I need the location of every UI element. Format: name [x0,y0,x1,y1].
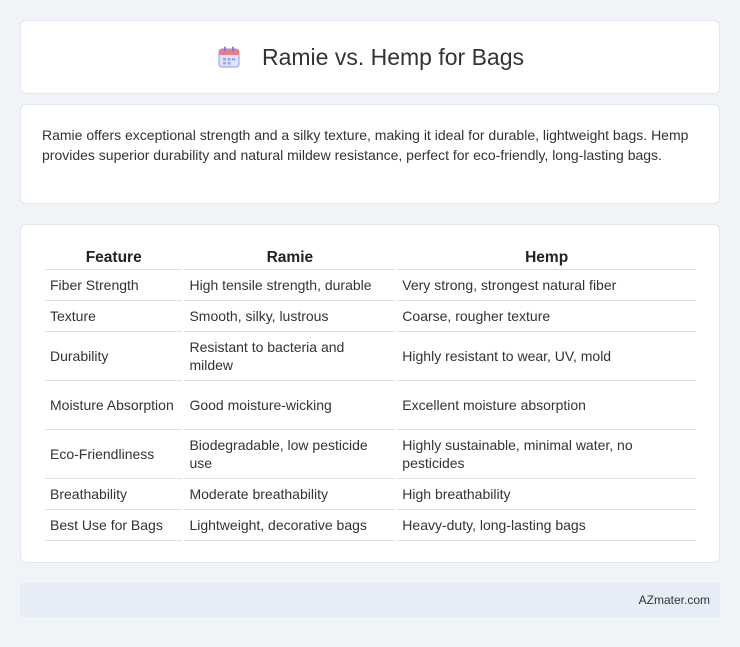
feature-cell: Eco-Friendliness [45,430,183,479]
table-row: Eco-Friendliness Biodegradable, low pest… [45,430,696,479]
ramie-cell: Resistant to bacteria and mildew [184,332,396,381]
ramie-cell: Biodegradable, low pesticide use [184,430,396,479]
header-feature: Feature [45,245,183,270]
feature-cell: Fiber Strength [45,270,183,301]
feature-cell: Moisture Absorption [45,381,183,430]
summary-text: Ramie offers exceptional strength and a … [42,127,689,163]
hemp-cell: Highly resistant to wear, UV, mold [397,332,696,381]
table-header-row: Feature Ramie Hemp [45,245,696,270]
page-title: Ramie vs. Hemp for Bags [261,43,525,70]
hemp-cell: High breathability [397,479,696,510]
feature-cell: Durability [45,332,183,381]
footer: AZmater.com [20,583,720,617]
calendar-icon [216,44,242,70]
feature-cell: Best Use for Bags [45,510,183,541]
ramie-cell: Smooth, silky, lustrous [184,301,396,332]
feature-cell: Texture [45,301,183,332]
hemp-cell: Highly sustainable, minimal water, no pe… [397,430,696,479]
table-row: Texture Smooth, silky, lustrous Coarse, … [45,301,696,332]
hemp-cell: Heavy-duty, long-lasting bags [397,510,696,541]
ramie-cell: Moderate breathability [184,479,396,510]
table-row: Best Use for Bags Lightweight, decorativ… [45,510,696,541]
hemp-cell: Very strong, strongest natural fiber [397,270,696,301]
ramie-cell: Good moisture-wicking [184,381,396,430]
ramie-cell: Lightweight, decorative bags [184,510,396,541]
hemp-cell: Coarse, rougher texture [397,301,696,332]
comparison-table-card: Feature Ramie Hemp Fiber Strength High t… [20,224,720,563]
feature-cell: Breathability [45,479,183,510]
comparison-table: Feature Ramie Hemp Fiber Strength High t… [43,245,698,541]
title-card: Ramie vs. Hemp for Bags [20,20,720,94]
table-row: Moisture Absorption Good moisture-wickin… [45,381,696,430]
table-row: Fiber Strength High tensile strength, du… [45,270,696,301]
summary-card: Ramie offers exceptional strength and a … [20,104,720,204]
title-wrap: Ramie vs. Hemp for Bags [216,44,524,71]
table-row: Durability Resistant to bacteria and mil… [45,332,696,381]
header-ramie: Ramie [184,245,396,270]
hemp-cell: Excellent moisture absorption [397,381,696,430]
table-row: Breathability Moderate breathability Hig… [45,479,696,510]
ramie-cell: High tensile strength, durable [184,270,396,301]
footer-site-link[interactable]: AZmater.com [639,593,710,607]
header-hemp: Hemp [397,245,696,270]
